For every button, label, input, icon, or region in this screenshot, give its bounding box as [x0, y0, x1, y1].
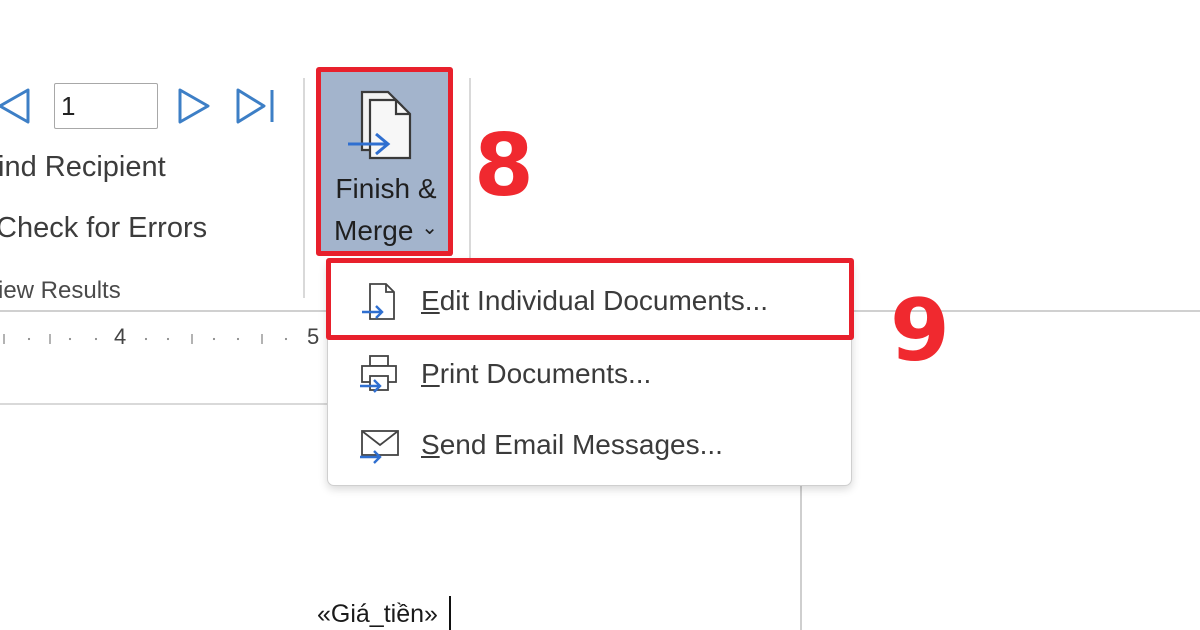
last-record-icon[interactable]	[232, 84, 276, 128]
menu-item-label: Send Email Messages...	[421, 429, 723, 460]
menu-item-label: Print Documents...	[421, 358, 652, 389]
merge-field-gia-tien[interactable]: «Giá_tiền»	[317, 600, 438, 629]
horizontal-ruler: 4 5	[0, 322, 330, 356]
preview-results-group-label: iew Results	[0, 277, 121, 304]
print-documents-icon	[356, 352, 402, 398]
step-8-highlight	[316, 67, 453, 256]
find-recipient-button[interactable]: ind Recipient	[0, 151, 166, 184]
record-number-input[interactable]	[54, 83, 158, 129]
email-messages-icon	[356, 423, 402, 469]
menu-item-print-documents[interactable]: Print Documents...	[328, 340, 851, 410]
ruler-label-5: 5	[307, 324, 320, 349]
text-cursor	[449, 596, 451, 630]
ruler-bottom-border	[0, 403, 330, 405]
step-8-number: 8	[474, 116, 534, 216]
check-for-errors-button[interactable]: Check for Errors	[0, 212, 207, 245]
ruler-label-4: 4	[114, 324, 127, 349]
step-9-number: 9	[890, 281, 950, 381]
step-9-highlight	[326, 258, 854, 340]
next-record-icon[interactable]	[172, 84, 216, 128]
document-page-edge	[800, 486, 802, 630]
menu-item-send-email-messages[interactable]: Send Email Messages...	[328, 411, 851, 481]
previous-record-icon[interactable]	[0, 84, 36, 128]
ribbon-group-divider	[303, 78, 305, 298]
